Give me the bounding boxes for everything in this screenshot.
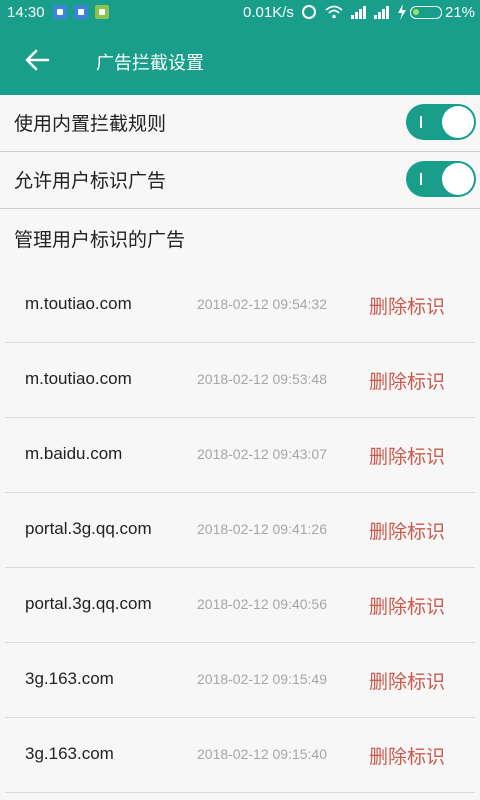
- toggle-knob: [442, 106, 474, 138]
- ad-domain: 3g.163.com: [25, 669, 114, 688]
- android-icon: [95, 5, 109, 19]
- wifi-icon: [325, 5, 343, 19]
- section-title: 管理用户标识的广告: [14, 229, 186, 251]
- delete-mark-button[interactable]: 删除标识: [369, 742, 445, 769]
- builtin-rules-toggle[interactable]: [406, 104, 476, 140]
- ad-timestamp: 2018-02-12 09:15:40: [197, 746, 327, 762]
- list-item: 3g.163.com 2018-02-12 09:15:49 删除标识: [5, 643, 475, 718]
- list-item: m.toutiao.com 2018-02-12 09:53:48 删除标识: [5, 343, 475, 418]
- ad-timestamp: 2018-02-12 09:40:56: [197, 596, 327, 612]
- list-item: m.toutiao.com 2018-02-12 09:54:32 删除标识: [5, 268, 475, 343]
- signal-icon: [351, 6, 366, 19]
- alarm-icon: [302, 5, 316, 19]
- setting-row-builtin-rules: 使用内置拦截规则: [0, 95, 480, 152]
- delete-mark-button[interactable]: 删除标识: [369, 517, 445, 544]
- user-mark-toggle[interactable]: [406, 161, 476, 197]
- ad-domain: m.toutiao.com: [25, 294, 132, 313]
- setting-row-user-mark: 允许用户标识广告: [0, 152, 480, 209]
- signal-icon: [374, 6, 389, 19]
- battery-percent: 21%: [445, 4, 476, 21]
- ad-timestamp: 2018-02-12 09:41:26: [197, 521, 327, 537]
- list-item: portal.3g.qq.com 2018-02-12 09:41:26 删除标…: [5, 493, 475, 568]
- list-item: 3g.163.com 2018-02-12 09:15:40 删除标识: [5, 718, 475, 793]
- arrow-left-icon[interactable]: [24, 47, 50, 73]
- app-bar: 广告拦截设置: [0, 25, 480, 95]
- ad-timestamp: 2018-02-12 09:15:49: [197, 671, 327, 687]
- network-speed: 0.01K/s: [243, 4, 294, 21]
- ad-domain: m.baidu.com: [25, 444, 123, 463]
- list-item: m.baidu.com 2018-02-12 09:43:07 删除标识: [5, 418, 475, 493]
- list-item: portal.3g.qq.com 2018-02-12 09:40:56 删除标…: [5, 568, 475, 643]
- battery-icon: [410, 6, 442, 19]
- charging-icon: [398, 4, 406, 20]
- toggle-knob: [442, 163, 474, 195]
- ad-domain: m.toutiao.com: [25, 369, 132, 388]
- ad-timestamp: 2018-02-12 09:54:32: [197, 296, 327, 312]
- setting-label: 允许用户标识广告: [14, 170, 167, 192]
- delete-mark-button[interactable]: 删除标识: [369, 667, 445, 694]
- ad-list: m.toutiao.com 2018-02-12 09:54:32 删除标识 m…: [0, 268, 480, 793]
- status-bar: 14:30 0.01K/s 21%: [0, 0, 480, 25]
- ad-domain: portal.3g.qq.com: [25, 519, 152, 538]
- ad-timestamp: 2018-02-12 09:43:07: [197, 446, 327, 462]
- setting-label: 使用内置拦截规则: [14, 113, 167, 135]
- delete-mark-button[interactable]: 删除标识: [369, 292, 445, 319]
- notification-app-icon: [74, 5, 88, 19]
- ad-domain: 3g.163.com: [25, 744, 114, 763]
- status-time: 14:30: [7, 4, 45, 21]
- ad-domain: portal.3g.qq.com: [25, 594, 152, 613]
- usb-debug-icon: [53, 5, 67, 19]
- ad-timestamp: 2018-02-12 09:53:48: [197, 371, 327, 387]
- delete-mark-button[interactable]: 删除标识: [369, 367, 445, 394]
- delete-mark-button[interactable]: 删除标识: [369, 592, 445, 619]
- page-title: 广告拦截设置: [96, 53, 204, 74]
- delete-mark-button[interactable]: 删除标识: [369, 442, 445, 469]
